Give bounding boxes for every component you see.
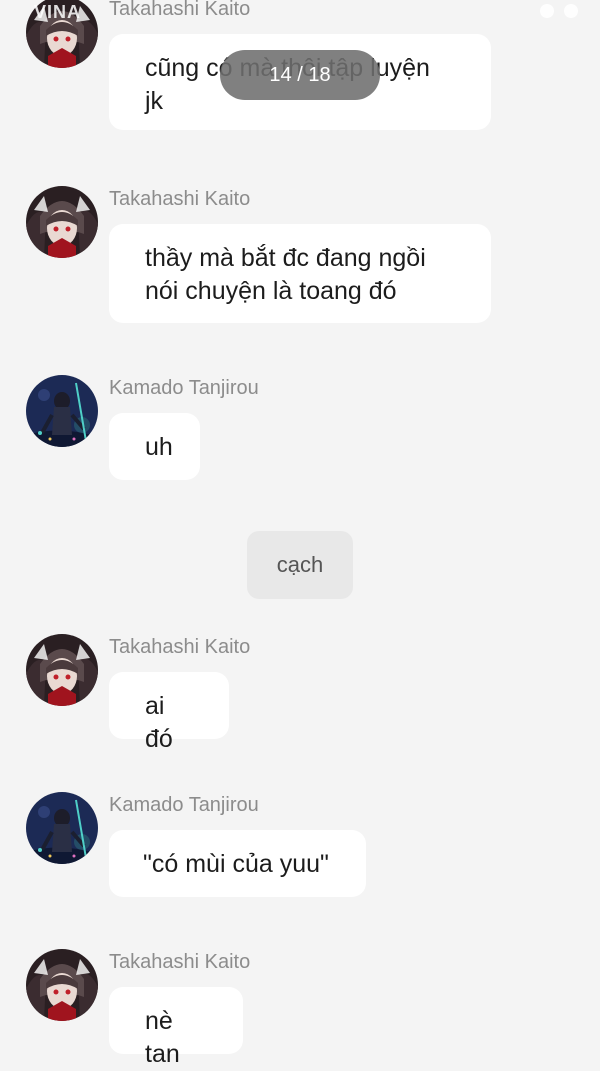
message-bubble[interactable]: ai đó — [109, 672, 229, 753]
tanjirou-avatar-icon[interactable] — [26, 792, 98, 864]
page-counter: 14 / 18 — [220, 50, 380, 100]
message-bubble[interactable]: "có mùi của yuu" — [109, 830, 366, 897]
status-bar: VINA — [0, 0, 600, 26]
takahashi-avatar-icon[interactable] — [26, 634, 98, 706]
message-bubble[interactable]: thầy mà bắt đc đang ngồi nói chuyện là t… — [109, 224, 491, 323]
sender-name: Takahashi Kaito — [109, 636, 251, 658]
sender-name: Kamado Tanjirou — [109, 377, 259, 399]
message-text-line: uh — [145, 433, 173, 461]
message-text-line: nè tan — [145, 1007, 180, 1068]
message-bubble[interactable]: nè tan — [109, 987, 243, 1068]
sender-name: Takahashi Kaito — [109, 188, 251, 210]
takahashi-avatar-icon[interactable] — [26, 186, 98, 258]
carrier-label: VINA — [34, 2, 82, 22]
takahashi-avatar-icon[interactable] — [26, 949, 98, 1021]
tanjirou-avatar-icon[interactable] — [26, 375, 98, 447]
message-text-line: ai đó — [145, 692, 173, 753]
system-message: cạch — [247, 531, 353, 599]
message-text-line: "có mùi của yuu" — [143, 850, 329, 878]
message-text-line: nói chuyện là toang đó — [145, 277, 397, 305]
message-bubble[interactable]: uh — [109, 413, 200, 480]
battery-icon — [564, 4, 578, 18]
signal-icon — [540, 4, 554, 18]
message-text-line: thầy mà bắt đc đang ngồi — [145, 244, 426, 272]
sender-name: Takahashi Kaito — [109, 951, 251, 973]
status-icons — [540, 4, 578, 18]
sender-name: Kamado Tanjirou — [109, 794, 259, 816]
